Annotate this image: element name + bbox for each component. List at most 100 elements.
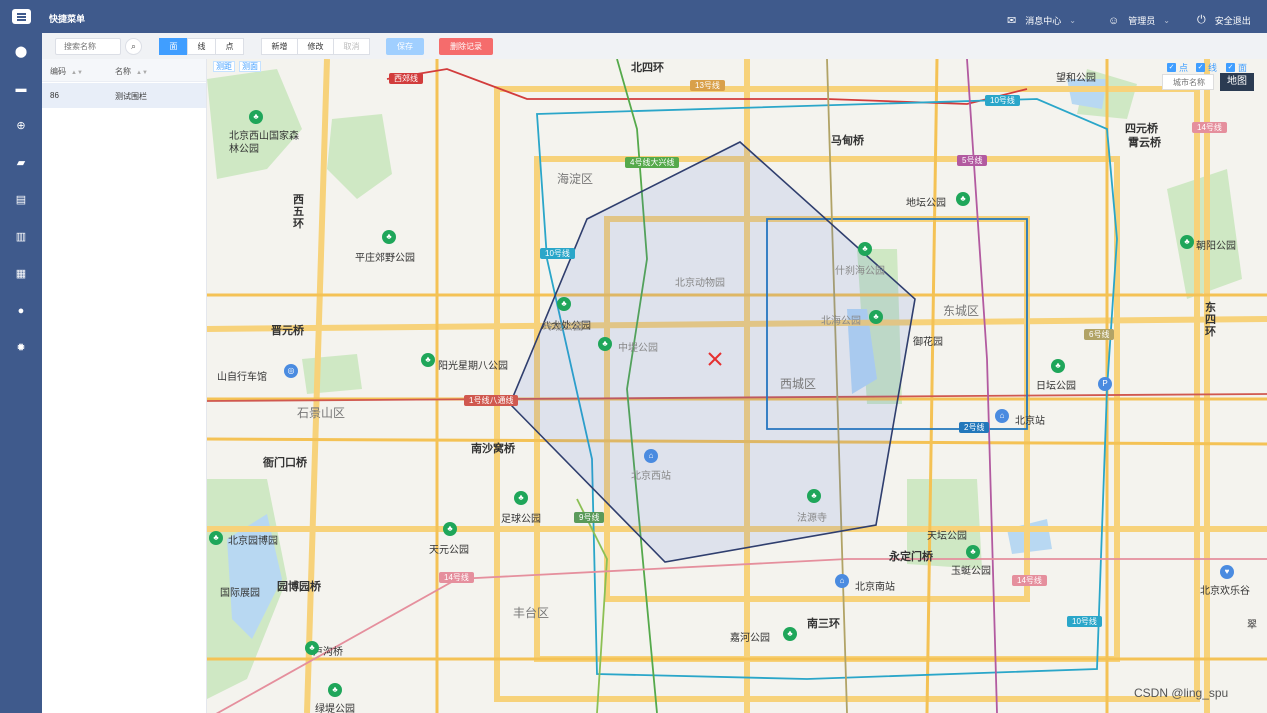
- measure-area-button[interactable]: 测面: [239, 61, 261, 72]
- map-label: 北京动物园: [675, 278, 725, 289]
- map-label: 平庄郊野公园: [355, 253, 415, 264]
- logout-button[interactable]: ⏻ 安全退出: [1197, 14, 1251, 27]
- parking-icon[interactable]: P: [1098, 377, 1112, 391]
- metro-line-tag: 10号线: [540, 248, 575, 259]
- metro-line-tag: 4号线大兴线: [625, 157, 680, 168]
- park-icon: ♣: [443, 522, 457, 536]
- metro-line-tag: 14号线: [1012, 575, 1047, 586]
- table-row[interactable]: 86 测试围栏: [42, 83, 206, 108]
- check-icon: ✓: [1167, 63, 1176, 72]
- truck-icon[interactable]: ▬: [14, 82, 28, 96]
- district-label: 西城区: [780, 377, 817, 391]
- tab-point[interactable]: 点: [215, 38, 244, 55]
- park-icon: ♣: [305, 641, 319, 655]
- map-label: 朝阳公园: [1196, 241, 1236, 252]
- message-center-label: 消息中心: [1025, 16, 1062, 26]
- add-button[interactable]: 新增: [261, 38, 298, 55]
- app-title: 快捷菜单: [49, 14, 86, 24]
- map-label: 东四环: [1205, 302, 1216, 338]
- measure-distance-button[interactable]: 测距: [213, 61, 235, 72]
- bar-chart-icon[interactable]: ▥: [14, 230, 28, 244]
- briefcase-icon[interactable]: ▰: [14, 156, 28, 170]
- park-icon: ♣: [858, 242, 872, 256]
- map-canvas[interactable]: 测距 测面 ✓点 ✓线 ✓面 地图 海淀区 东城区 西城区 石景山区 丰台区 北…: [207, 59, 1267, 713]
- tab-polygon[interactable]: 面: [159, 38, 188, 55]
- delete-record-button[interactable]: 删除记录: [439, 38, 493, 55]
- park-icon: ♣: [328, 683, 342, 697]
- map-label: 法源寺: [797, 513, 827, 524]
- map-label: 山自行车馆: [217, 372, 267, 383]
- map-label: 北京园博园: [228, 536, 278, 547]
- check-icon: ✓: [1196, 63, 1205, 72]
- user-name: 管理员: [1128, 16, 1156, 26]
- park-icon: ♣: [421, 353, 435, 367]
- sort-icon[interactable]: ▲▼: [71, 70, 83, 76]
- check-icon: ✓: [1226, 63, 1235, 72]
- column-header-code[interactable]: 编码 ▲▼: [50, 66, 83, 77]
- message-center-button[interactable]: ✉ 消息中心 ⌄: [1007, 14, 1076, 27]
- mail-icon: ✉: [1007, 15, 1017, 27]
- park-icon: ♣: [382, 230, 396, 244]
- toolbar: ⌕ 面 线 点 新增 修改 取消 保存 删除记录: [42, 33, 1267, 59]
- map-label: 御花园: [913, 337, 943, 348]
- park-icon: ♣: [956, 192, 970, 206]
- fence-polygon[interactable]: [509, 141, 916, 563]
- person-icon[interactable]: ●: [14, 304, 28, 318]
- map-label: 南沙窝桥: [471, 443, 515, 455]
- map-label: 北京南站: [855, 582, 895, 593]
- map-label: 玲珑公园: [543, 322, 583, 333]
- map-label: 园博园桥: [277, 581, 321, 593]
- park-icon: ♣: [557, 297, 571, 311]
- left-nav: ⬤ ▬ ⊕ ▰ ▤ ▥ ▦ ● ✹: [0, 33, 42, 713]
- tab-line[interactable]: 线: [187, 38, 216, 55]
- park-icon: ♣: [209, 531, 223, 545]
- park-icon: ♣: [249, 110, 263, 124]
- save-button[interactable]: 保存: [386, 38, 424, 55]
- metro-line-tag: 13号线: [690, 80, 725, 91]
- layer-point-checkbox[interactable]: ✓ 点: [1167, 61, 1188, 74]
- map-label: 北京西站: [631, 471, 671, 482]
- map-label: 什刹海公园: [835, 266, 885, 277]
- grid-icon[interactable]: ▦: [14, 267, 28, 281]
- map-label: 中堤公园: [618, 343, 658, 354]
- map-label: 绿堤公园: [315, 704, 355, 713]
- map-label: 北京西山国家森林公园: [229, 131, 299, 155]
- sort-icon[interactable]: ▲▼: [136, 70, 148, 76]
- cancel-button[interactable]: 取消: [333, 38, 370, 55]
- cell-code: 86: [50, 91, 59, 100]
- cell-name: 测试围栏: [115, 92, 147, 101]
- map-label: 北京站: [1015, 416, 1045, 427]
- plus-circle-icon[interactable]: ⊕: [14, 119, 28, 133]
- metro-line-tag: 9号线: [574, 512, 605, 523]
- metro-line-tag: 6号线: [1084, 329, 1115, 340]
- metro-line-tag: 14号线: [439, 572, 474, 583]
- park-icon: ♣: [514, 491, 528, 505]
- stadium-icon: ◎: [284, 364, 298, 378]
- user-menu-button[interactable]: ☺ 管理员 ⌄: [1108, 14, 1170, 27]
- search-input[interactable]: [55, 38, 121, 55]
- park-icon: ♣: [1180, 235, 1194, 249]
- layer-line-checkbox[interactable]: ✓ 线: [1196, 61, 1217, 74]
- map-label: 玉蜓公园: [951, 566, 991, 577]
- map-label: 北海公园: [821, 316, 861, 327]
- chevron-down-icon: ⌄: [1069, 16, 1076, 25]
- map-label: 天坛公园: [927, 531, 967, 542]
- edit-button[interactable]: 修改: [297, 38, 334, 55]
- power-icon: ⏻: [1197, 14, 1206, 26]
- table-header: 编码 ▲▼ 名称 ▲▼: [42, 59, 206, 82]
- settings-icon[interactable]: ✹: [14, 341, 28, 355]
- location-icon[interactable]: ⬤: [14, 45, 28, 59]
- train-station-icon: ⌂: [995, 409, 1009, 423]
- train-station-icon: ⌂: [644, 449, 658, 463]
- metro-line-tag: 5号线: [957, 155, 988, 166]
- menu-toggle-icon[interactable]: [12, 9, 31, 24]
- map-type-toggle[interactable]: 地图: [1220, 73, 1254, 91]
- column-header-name[interactable]: 名称 ▲▼: [115, 66, 148, 77]
- user-icon: ☺: [1108, 14, 1120, 27]
- fence-table: 编码 ▲▼ 名称 ▲▼ 86 测试围栏: [42, 59, 207, 713]
- amusement-park-icon: ♥: [1220, 565, 1234, 579]
- search-icon[interactable]: ⌕: [125, 38, 142, 55]
- city-search-input[interactable]: [1162, 74, 1214, 90]
- report-icon[interactable]: ▤: [14, 193, 28, 207]
- map-label: 阳光星期八公园: [438, 361, 508, 372]
